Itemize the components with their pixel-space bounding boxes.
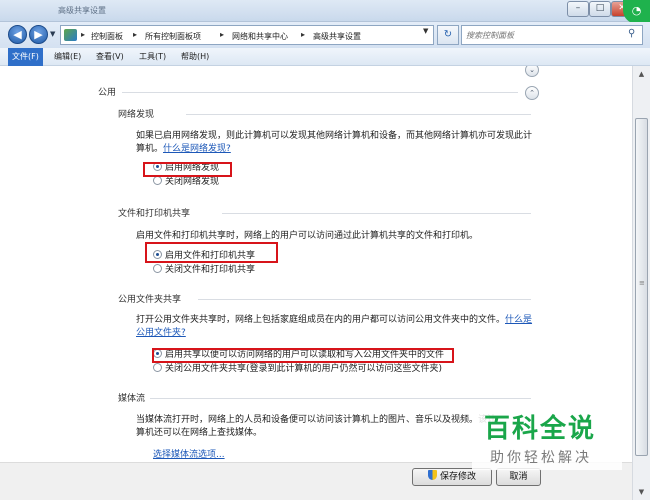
scroll-up-icon[interactable]: ▲ (633, 66, 650, 82)
radio-icon[interactable] (153, 363, 162, 372)
media-title: 媒体流 (118, 394, 146, 404)
minimize-button[interactable]: – (567, 1, 589, 17)
shield-icon (427, 470, 437, 480)
watermark-title: 百科全说 (484, 414, 597, 444)
window-title: 高级共享设置 (58, 6, 106, 15)
search-icon[interactable]: ⚲ (628, 28, 635, 39)
disable-network-discovery-radio[interactable]: 关闭网络发现 (153, 176, 219, 189)
divider (222, 213, 531, 214)
expand-chevron-icon[interactable]: ⌄ (525, 66, 539, 77)
watermark-subtitle: 助你轻松解决 (490, 450, 592, 466)
network-discovery-desc: 如果已启用网络发现，则此计算机可以发现其他网络计算机和设备，而其他网络计算机亦可… (136, 131, 533, 154)
search-box[interactable]: ⚲ (461, 25, 643, 45)
breadcrumb-all-items[interactable]: 所有控制面板项 (145, 31, 201, 42)
highlight-box (143, 162, 232, 177)
media-options-link[interactable]: 选择媒体流选项... (153, 447, 225, 460)
media-desc: 当媒体流打开时，网络上的人员和设备便可以访问该计算机上的图片、音乐以及视频。该计… (136, 415, 497, 438)
file-printer-title: 文件和打印机共享 (118, 209, 191, 219)
divider (186, 114, 531, 115)
grip-icon: ≡ (639, 279, 645, 287)
breadcrumb-separator[interactable]: ▸ (81, 30, 85, 39)
breadcrumb-separator[interactable]: ▸ (301, 30, 305, 39)
disable-file-sharing-radio[interactable]: 关闭文件和打印机共享 (153, 264, 255, 277)
public-folder-title: 公用文件夹共享 (118, 295, 182, 305)
radio-icon[interactable] (153, 264, 162, 273)
network-discovery-title: 网络发现 (118, 110, 155, 120)
disable-public-sharing-radio[interactable]: 关闭公用文件夹共享(登录到此计算机的用户仍然可以访问这些文件夹) (153, 363, 442, 376)
scrollbar[interactable]: ▲ ≡ ▼ (632, 66, 650, 500)
address-bar: ◀ ▶ ▼ ▸ 控制面板 ▸ 所有控制面板项 ▸ 网络和共享中心 ▸ 高级共享设… (0, 22, 650, 48)
highlight-box (145, 242, 278, 263)
recent-pages-dropdown[interactable]: ▼ (50, 30, 55, 38)
menu-tools[interactable]: 工具(T) (135, 48, 170, 66)
scroll-down-icon[interactable]: ▼ (633, 484, 650, 500)
radio-icon[interactable] (153, 176, 162, 185)
menu-view[interactable]: 查看(V) (92, 48, 128, 66)
forward-button[interactable]: ▶ (29, 25, 48, 44)
divider (150, 398, 531, 399)
save-button[interactable]: 保存修改 (412, 468, 492, 486)
menu-edit[interactable]: 编辑(E) (50, 48, 85, 66)
breadcrumb-control-panel[interactable]: 控制面板 (91, 31, 123, 42)
profile-title: 公用 (98, 88, 117, 98)
menu-bar: 文件(F) 编辑(E) 查看(V) 工具(T) 帮助(H) (0, 48, 650, 66)
collapse-chevron-icon[interactable]: ⌃ (525, 86, 539, 100)
network-discovery-help-link[interactable]: 什么是网络发现? (163, 144, 231, 154)
scroll-thumb[interactable]: ≡ (635, 118, 648, 456)
divider (122, 92, 518, 93)
divider (198, 299, 531, 300)
control-panel-icon (64, 29, 77, 41)
search-input[interactable] (466, 29, 621, 42)
breadcrumb-separator[interactable]: ▸ (220, 30, 224, 39)
cancel-button[interactable]: 取消 (496, 468, 541, 486)
refresh-button[interactable]: ↻ (437, 25, 459, 45)
back-button[interactable]: ◀ (8, 25, 27, 44)
title-bar: 高级共享设置 – □ ✕ (0, 0, 650, 22)
highlight-box (152, 348, 454, 363)
menu-help[interactable]: 帮助(H) (177, 48, 213, 66)
breadcrumb-advanced-sharing[interactable]: 高级共享设置 (313, 31, 361, 42)
breadcrumb-separator[interactable]: ▸ (133, 30, 137, 39)
logo-icon: ◔ (623, 0, 650, 24)
menu-file[interactable]: 文件(F) (8, 48, 43, 66)
address-dropdown-icon[interactable]: ▼ (423, 27, 428, 35)
breadcrumb-network-center[interactable]: 网络和共享中心 (232, 31, 288, 42)
breadcrumb[interactable]: ▸ 控制面板 ▸ 所有控制面板项 ▸ 网络和共享中心 ▸ 高级共享设置 (60, 25, 434, 45)
maximize-button[interactable]: □ (589, 1, 611, 17)
public-folder-desc: 打开公用文件夹共享时，网络上包括家庭组成员在内的用户都可以访问公用文件夹中的文件… (136, 315, 533, 338)
